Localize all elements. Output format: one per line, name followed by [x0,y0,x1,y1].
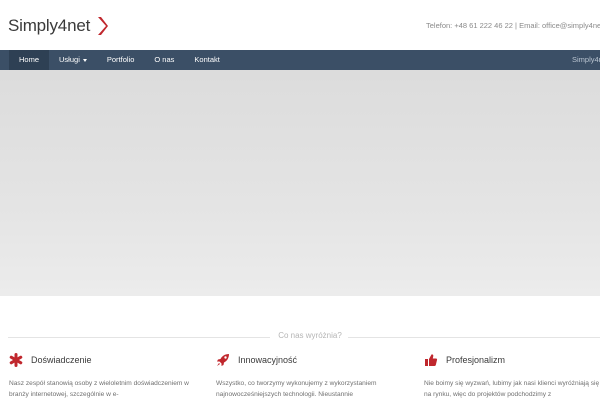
feature-text: Wszystko, co tworzymy wykonujemy z wykor… [216,380,377,398]
divider-line [8,337,270,338]
nav-item-kontakt[interactable]: Kontakt [184,50,229,70]
feature-experience: Doświadczenie Nasz zespół stanowią osoby… [9,353,189,400]
main-navbar: Home Usługi Portfolio O nas Kontakt Simp… [0,50,600,70]
contact-info: Telefon: +48 61 222 46 22 | Email: offic… [426,21,600,30]
nav-right-brand[interactable]: Simply4n [572,50,600,70]
nav-item-label: O nas [154,55,175,64]
nav-item-label: Portfolio [106,55,135,64]
chevron-right-icon [98,17,109,35]
nav-item-portfolio[interactable]: Portfolio [97,50,145,70]
site-header: Simply4net Telefon: +48 61 222 46 22 | E… [0,0,600,50]
divider-line [348,337,600,338]
feature-innovation: Innowacyjność Wszystko, co tworzymy wyko… [216,353,396,400]
logo-text: Simply4net [8,16,91,35]
nav-item-home[interactable]: Home [9,50,50,70]
nav-item-uslugi[interactable]: Usługi [49,50,97,70]
rocket-icon [217,354,229,366]
asterisk-icon [9,353,23,367]
nav-item-o-nas[interactable]: O nas [144,50,184,70]
feature-text: Nie boimy się wyzwań, lubimy jak nasi kl… [424,380,600,398]
section-divider: Co nas wyróżnia? [0,331,600,343]
feature-title: Innowacyjność [238,355,298,365]
logo[interactable]: Simply4net [8,16,109,36]
feature-text: Nasz zespół stanowią osoby z wieloletnim… [9,380,189,398]
nav-item-label: Usługi [59,55,80,64]
caret-down-icon [82,58,87,62]
feature-title: Profesjonalizm [446,355,506,365]
feature-professionalism: Profesjonalizm Nie boimy się wyzwań, lub… [424,353,600,400]
hero-banner [0,70,600,296]
nav-item-label: Home [19,55,40,64]
feature-title: Doświadczenie [31,355,92,365]
nav-item-label: Kontakt [194,55,220,64]
thumbs-up-icon [425,354,438,366]
section-title: Co nas wyróżnia? [278,331,342,340]
